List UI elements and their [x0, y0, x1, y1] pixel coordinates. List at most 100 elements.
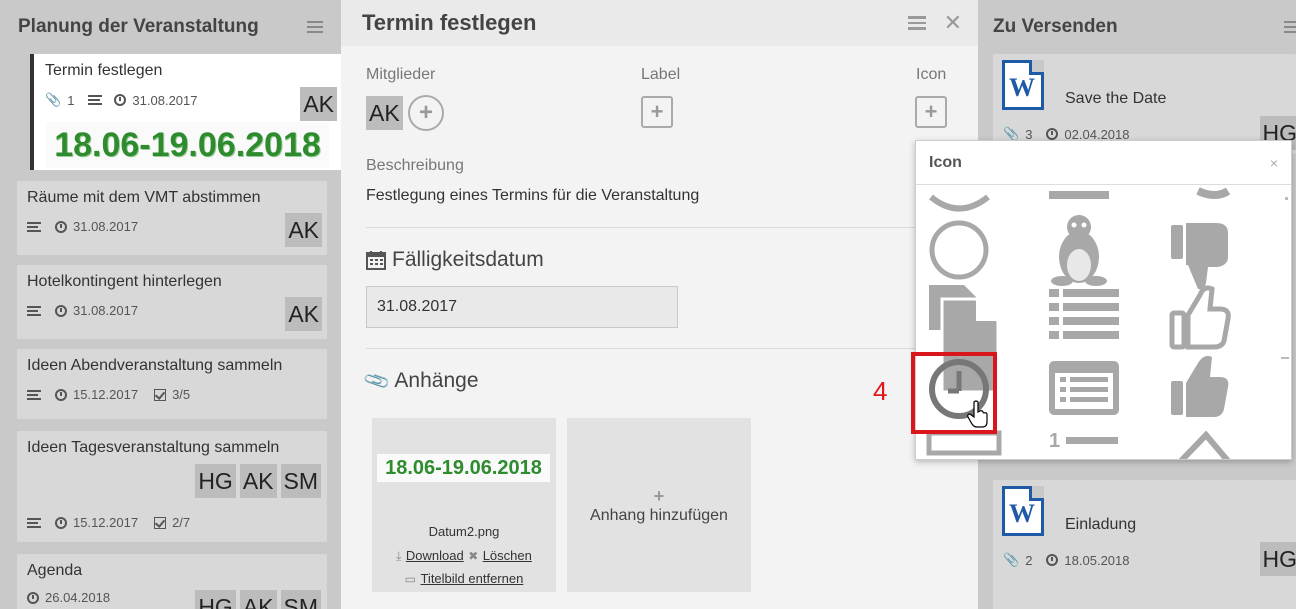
checklist-icon — [154, 516, 167, 529]
card-raeume[interactable]: Räume mit dem VMT abstimmen 31.08.2017 A… — [17, 181, 327, 255]
list-planung: Planung der Veranstaltung Termin festleg… — [0, 0, 341, 609]
icon-label: Icon — [916, 66, 947, 83]
card-hotelkontingent[interactable]: Hotelkontingent hinterlegen 31.08.2017 A… — [17, 265, 327, 339]
member-avatar: AK — [239, 464, 277, 498]
paperclip-icon: 📎 — [45, 92, 62, 107]
add-attachment-label: Anhang hinzufügen — [590, 506, 728, 524]
card-meta: 31.08.2017 — [27, 219, 317, 234]
card-cover-image: 18.06-19.06.2018 — [46, 122, 329, 168]
members-label: Mitglieder — [366, 66, 436, 83]
list-header: Planung der Veranstaltung — [0, 0, 341, 54]
due-date: 15.12.2017 — [73, 387, 139, 402]
attachments-heading-text: Anhänge — [394, 369, 479, 392]
card-ideen-tages[interactable]: Ideen Tagesveranstaltung sammeln HG AK S… — [17, 431, 327, 542]
due-date-heading: Fälligkeitsdatum — [366, 248, 544, 272]
cover-text: 18.06-19.06.2018 — [54, 125, 321, 164]
popup-header: Icon × — [916, 141, 1291, 185]
attachment-preview[interactable]: 18.06-19.06.2018 — [377, 454, 550, 482]
add-icon-button[interactable]: + — [915, 96, 947, 128]
card-agenda[interactable]: Agenda 26.04.2018 HG AK SM — [17, 554, 327, 609]
thumbs-up-icon[interactable] — [1171, 355, 1229, 417]
popup-title: Icon — [929, 153, 962, 171]
card-ideen-abend[interactable]: Ideen Abendveranstaltung sammeln 15.12.2… — [17, 349, 327, 419]
partial-icon — [1196, 187, 1231, 199]
attachment-filename: Datum2.png — [428, 524, 500, 539]
member-avatar: AK — [285, 213, 322, 247]
member-avatar[interactable]: AK — [366, 96, 403, 130]
member-avatar: AK — [285, 297, 322, 331]
clock-icon — [1046, 554, 1059, 566]
close-icon[interactable]: × — [1270, 155, 1278, 171]
checklist-icon — [154, 388, 167, 401]
add-member-button[interactable]: + — [408, 95, 444, 131]
member-avatar: HG — [1259, 542, 1296, 576]
card-title: Hotelkontingent hinterlegen — [27, 273, 222, 290]
due-date-field[interactable] — [366, 286, 678, 328]
due-date-heading-text: Fälligkeitsdatum — [392, 248, 544, 271]
list-title: Planung der Veranstaltung — [18, 16, 259, 37]
divider — [366, 348, 941, 349]
card-meta: 31.08.2017 — [27, 303, 317, 318]
card-title: Ideen Tagesveranstaltung sammeln — [27, 439, 280, 456]
hand-cursor-icon — [967, 400, 988, 428]
card-title: Ideen Abendveranstaltung sammeln — [27, 357, 283, 374]
paperclip-icon: 📎 — [362, 366, 392, 395]
step-number: 4 — [873, 376, 888, 406]
attachment-tile: 18.06-19.06.2018 Datum2.png ⤓ Download ✖… — [372, 418, 556, 592]
list-icon[interactable] — [1049, 289, 1119, 339]
partial-icon — [1049, 191, 1109, 199]
description-icon — [27, 389, 41, 400]
card-title: Save the Date — [1065, 90, 1167, 107]
plus-icon: + — [653, 485, 665, 506]
modal-header: Termin festlegen ✕ — [341, 0, 978, 46]
download-icon: ⤓ — [396, 549, 402, 563]
thumbs-o-up-icon[interactable] — [1169, 285, 1231, 350]
remove-cover-row: ▭ Titelbild entfernen — [372, 570, 556, 588]
member-avatars: HG AK SM — [195, 464, 321, 498]
card-einladung[interactable]: W Einladung 📎 2 18.05.2018 HG — [993, 480, 1296, 609]
due-date: 31.08.2017 — [73, 303, 139, 318]
list-menu-icon[interactable] — [1284, 21, 1296, 33]
attachment-count: 1 — [67, 92, 75, 108]
card-detail-modal: Termin festlegen ✕ Mitglieder AK + Label… — [341, 0, 978, 609]
card-termin-festlegen[interactable]: Termin festlegen 📎 1 31.08.2017 AK 18.06… — [30, 54, 341, 170]
add-attachment-button[interactable]: + Anhang hinzufügen — [567, 418, 751, 592]
member-avatar: HG — [195, 590, 236, 609]
label-label: Label — [641, 66, 681, 83]
modal-title[interactable]: Termin festlegen — [362, 10, 536, 36]
word-document-icon: W — [1002, 60, 1044, 110]
due-date: 15.12.2017 — [73, 515, 139, 530]
download-link[interactable]: Download — [406, 548, 464, 563]
attachment-count: 2 — [1025, 552, 1033, 568]
paperclip-icon: 📎 — [1003, 552, 1020, 567]
card-title: Räume mit dem VMT abstimmen — [27, 189, 261, 206]
list-menu-icon[interactable] — [307, 21, 323, 33]
thumbs-down-icon[interactable] — [1171, 223, 1228, 290]
card-save-the-date[interactable]: W Save the Date 📎 3 02.04.2018 HG — [993, 54, 1296, 154]
close-icon[interactable]: ✕ — [944, 10, 962, 36]
card-title: Einladung — [1065, 516, 1137, 533]
remove-cover-link[interactable]: Titelbild entfernen — [420, 571, 523, 586]
list-alt-icon[interactable] — [1049, 361, 1119, 415]
member-avatar: AK — [300, 87, 337, 121]
clock-icon — [27, 591, 39, 604]
calendar-icon — [366, 251, 386, 270]
partial-icon — [929, 194, 990, 212]
attachments-heading: 📎 Anhänge — [362, 366, 479, 395]
clock-icon — [55, 388, 67, 401]
card-meta: 15.12.2017 2/7 — [27, 515, 190, 530]
clock-icon — [55, 304, 67, 317]
circle-o-icon[interactable] — [929, 220, 989, 280]
linux-icon[interactable] — [1051, 215, 1107, 286]
partial-icon — [1178, 430, 1231, 459]
description-text[interactable]: Festlegung eines Termins für die Veranst… — [366, 187, 699, 205]
description-icon — [27, 221, 41, 232]
delete-link[interactable]: Löschen — [483, 548, 532, 563]
card-meta: 📎 1 31.08.2017 — [45, 92, 330, 108]
add-label-button[interactable]: + — [641, 96, 673, 128]
partial-icon — [926, 430, 1002, 456]
clock-icon — [55, 516, 67, 529]
member-avatar: AK — [239, 590, 277, 609]
member-avatar: SM — [280, 464, 321, 498]
modal-menu-icon[interactable] — [908, 16, 926, 30]
